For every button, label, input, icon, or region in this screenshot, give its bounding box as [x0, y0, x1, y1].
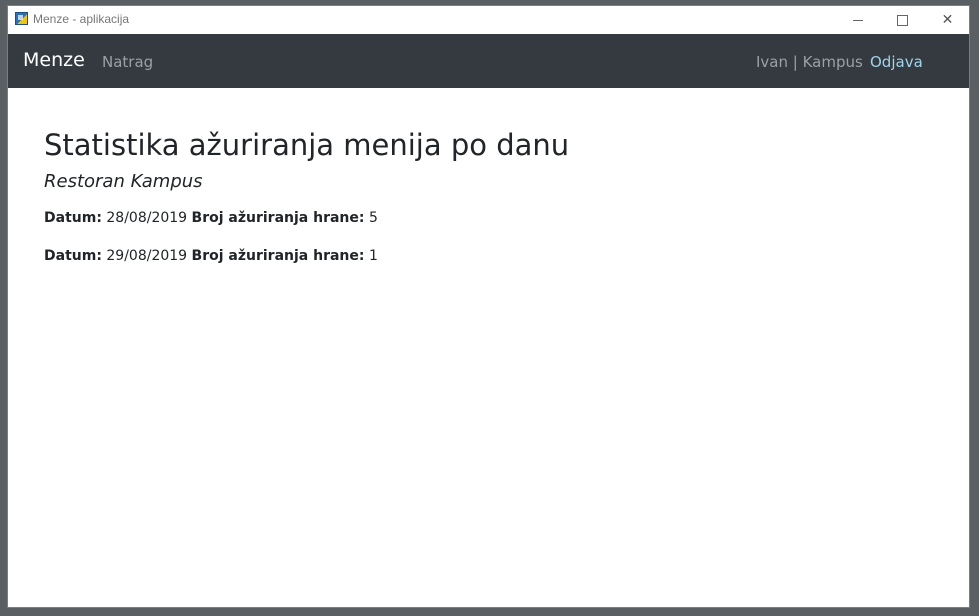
title-bar: Menze - aplikacija ✕: [8, 6, 969, 34]
count-label: Broj ažuriranja hrane:: [191, 248, 365, 264]
app-icon: [15, 12, 28, 25]
page-title: Statistika ažuriranja menija po danu: [44, 128, 570, 162]
count-label: Broj ažuriranja hrane:: [191, 210, 365, 226]
window-title: Menze - aplikacija: [33, 12, 130, 26]
date-label: Datum:: [44, 248, 102, 264]
date-value: 29/08/2019: [106, 248, 188, 264]
app-window: Menze - aplikacija ✕ Menze Natrag Ivan |…: [7, 5, 970, 608]
logout-link[interactable]: Odjava: [870, 53, 923, 71]
maximize-icon: [897, 14, 908, 26]
minimize-icon: [852, 19, 863, 21]
count-value: 1: [368, 248, 378, 264]
restaurant-name: Restoran Kampus: [44, 171, 203, 192]
maximize-button[interactable]: [880, 6, 925, 34]
stat-row: Datum: 28/08/2019 Broj ažuriranja hrane:…: [44, 210, 378, 226]
date-label: Datum:: [44, 210, 102, 226]
close-button[interactable]: ✕: [925, 6, 970, 34]
navbar: Menze Natrag Ivan | Kampus Odjava: [8, 34, 969, 88]
user-link[interactable]: Ivan | Kampus: [756, 53, 863, 71]
date-value: 28/08/2019: [106, 210, 188, 226]
back-link[interactable]: Natrag: [102, 53, 153, 71]
stat-row: Datum: 29/08/2019 Broj ažuriranja hrane:…: [44, 248, 378, 264]
close-icon: ✕: [941, 12, 954, 28]
minimize-button[interactable]: [835, 6, 880, 34]
count-value: 5: [368, 210, 378, 226]
navbar-brand[interactable]: Menze: [23, 49, 85, 71]
